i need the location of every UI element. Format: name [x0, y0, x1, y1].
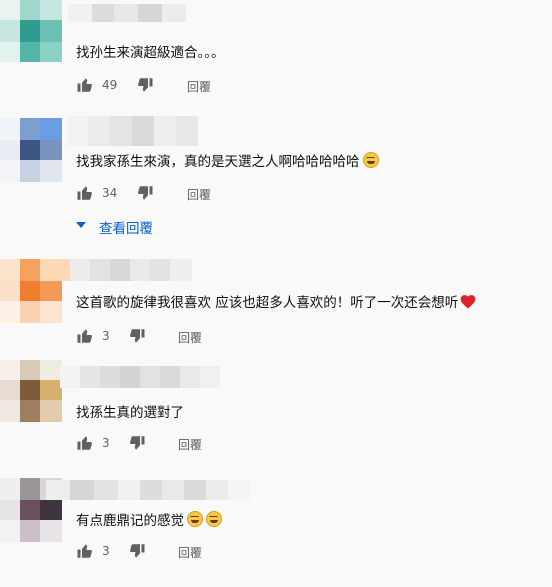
reply-button[interactable]: 回覆 [178, 436, 202, 453]
thumb-up-icon[interactable] [76, 434, 94, 452]
view-replies-label: 查看回覆 [99, 221, 153, 237]
reply-button[interactable]: 回覆 [178, 329, 202, 346]
comment-actions: 3 回覆 [76, 327, 276, 347]
thumb-up-icon[interactable] [76, 542, 94, 560]
avatar[interactable] [0, 360, 62, 422]
like-count: 3 [102, 436, 110, 450]
comment-actions: 49 回覆 [76, 76, 276, 96]
reply-button[interactable]: 回覆 [178, 544, 202, 561]
comment-actions: 3 回覆 [76, 434, 276, 454]
comment-text-content: 找我家孫生來演，真的是天選之人啊哈哈哈哈哈 [76, 154, 360, 170]
author-name[interactable] [46, 480, 250, 500]
comment: 找孙生来演超級適合。。。 49 回覆 [0, 0, 552, 110]
avatar[interactable] [0, 0, 62, 62]
comment-text: 找我家孫生來演，真的是天選之人啊哈哈哈哈哈 [76, 150, 379, 170]
grinning-emoji-icon [362, 152, 379, 168]
like-count: 34 [102, 186, 118, 200]
comment-text: 找孫生真的選對了 [76, 401, 184, 421]
author-name[interactable] [60, 366, 220, 388]
comment-actions: 3 回覆 [76, 542, 276, 562]
avatar[interactable] [0, 259, 72, 323]
heart-icon [460, 295, 476, 309]
grinning-emoji-icon [206, 511, 222, 527]
comment: 有点鹿鼎记的感觉 3 回覆 [0, 478, 552, 587]
thumb-down-icon[interactable] [128, 434, 146, 452]
comment-actions: 34 回覆 [76, 184, 276, 204]
reply-button[interactable]: 回覆 [187, 186, 211, 203]
thumb-up-icon[interactable] [76, 327, 94, 345]
author-name[interactable] [68, 4, 186, 22]
comment-text-content: 有点鹿鼎记的感觉 [76, 513, 184, 529]
reply-button[interactable]: 回覆 [187, 78, 211, 95]
comment: 这首歌的旋律我很喜欢 应该也超多人喜欢的！听了一次还会想听 3 回覆 [0, 255, 552, 360]
like-count: 49 [102, 78, 118, 92]
thumb-down-icon[interactable] [136, 184, 154, 202]
like-count: 3 [102, 544, 110, 558]
avatar[interactable] [0, 118, 62, 182]
comment-text-content: 找孫生真的選對了 [76, 405, 184, 421]
author-name[interactable] [68, 116, 198, 146]
author-name[interactable] [70, 259, 192, 281]
comment-text: 有点鹿鼎记的感觉 [76, 509, 222, 529]
thumb-up-icon[interactable] [76, 184, 94, 202]
comment: 找我家孫生來演，真的是天選之人啊哈哈哈哈哈 34 回覆 [0, 110, 552, 240]
grinning-emoji-icon [187, 511, 203, 527]
comment-text: 这首歌的旋律我很喜欢 应该也超多人喜欢的！听了一次还会想听 [76, 291, 476, 311]
caret-down-icon [76, 222, 86, 228]
thumb-down-icon[interactable] [128, 327, 146, 345]
comment-text: 找孙生来演超級適合。。。 [76, 41, 225, 61]
thumb-down-icon[interactable] [128, 542, 146, 560]
thumb-down-icon[interactable] [136, 76, 154, 94]
like-count: 3 [102, 329, 110, 343]
comment: 找孫生真的選對了 3 回覆 [0, 360, 552, 465]
comment-text-content: 这首歌的旋律我很喜欢 应该也超多人喜欢的！听了一次还会想听 [76, 295, 459, 311]
comment-text-content: 找孙生来演超級適合。。。 [76, 45, 225, 61]
thumb-up-icon[interactable] [76, 76, 94, 94]
